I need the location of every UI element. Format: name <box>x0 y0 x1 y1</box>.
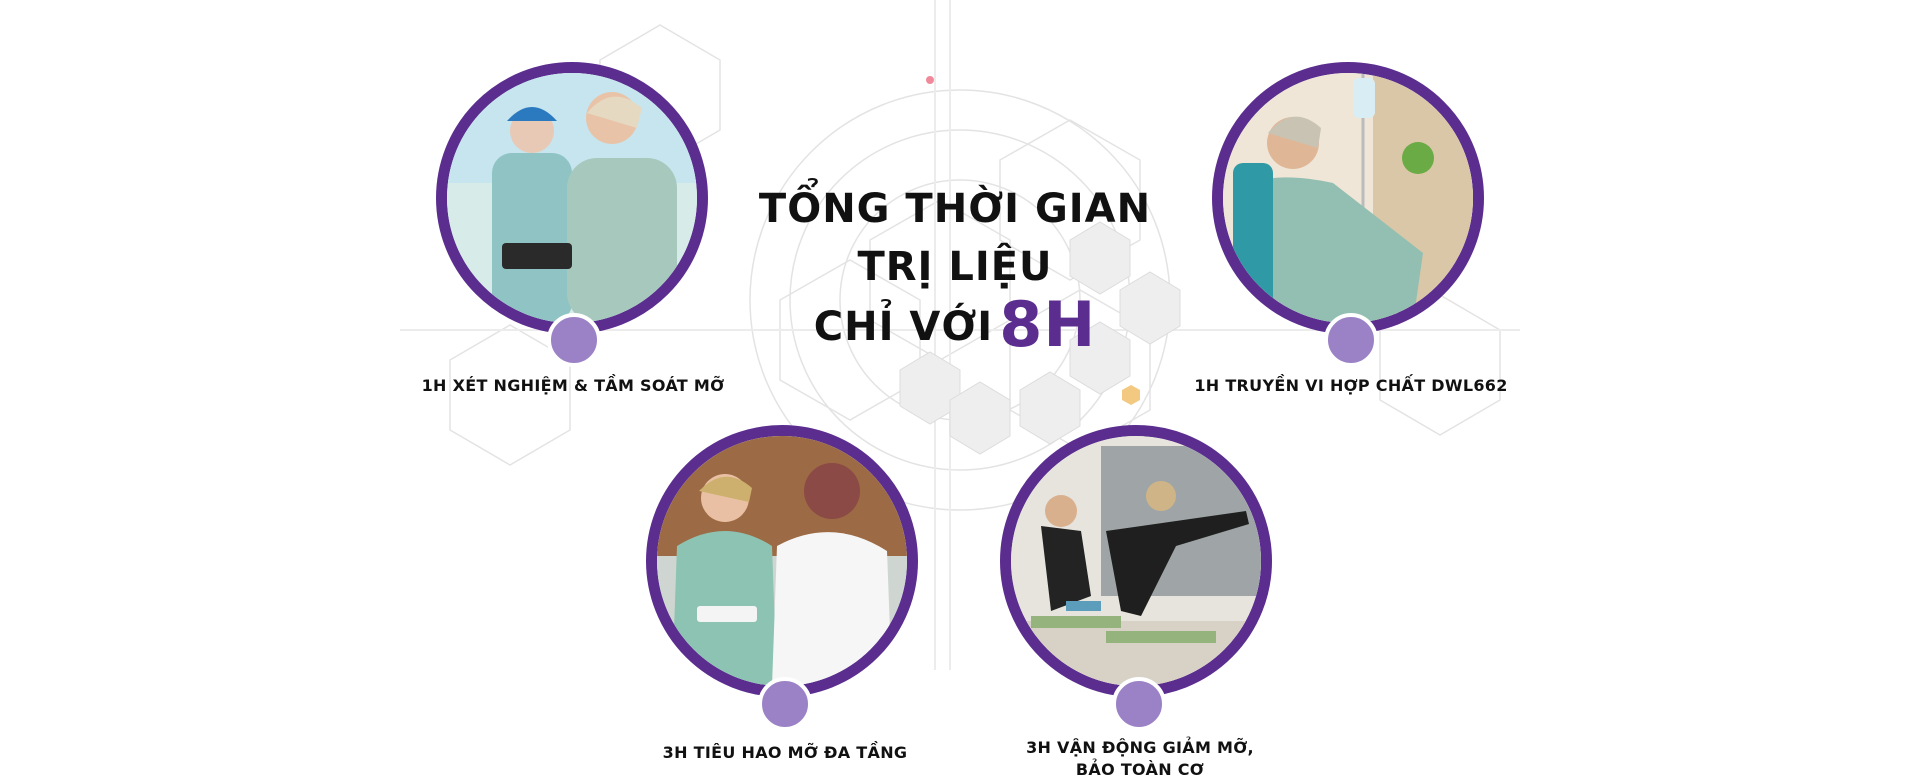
step-label-3: 3H TIÊU HAO MỠ ĐA TẦNG <box>662 743 908 762</box>
consultation-photo <box>657 436 907 686</box>
step-marker-1 <box>547 313 601 367</box>
step-label-4-line-1: 3H VẬN ĐỘNG GIẢM MỠ, <box>1026 738 1254 757</box>
step-label-4-line-2: BẢO TOÀN CƠ <box>1075 760 1205 779</box>
step-marker-3 <box>758 677 812 731</box>
step-marker-2 <box>1324 313 1378 367</box>
step-label-4: 3H VẬN ĐỘNG GIẢM MỠ, BẢO TOÀN CƠ <box>1000 737 1280 781</box>
step-label-1: 1H XÉT NGHIỆM & TẦM SOÁT MỠ <box>421 376 725 395</box>
step-photo-3 <box>646 425 918 697</box>
headline-line-3: CHỈ VỚI <box>813 304 994 350</box>
exercise-photo <box>1011 436 1261 686</box>
testing-photo <box>447 73 697 323</box>
hexagon-tech-background <box>400 0 1520 670</box>
headline-line-2: TRỊ LIỆU <box>857 244 1053 290</box>
step-photo-2 <box>1212 62 1484 334</box>
infusion-photo <box>1223 73 1473 323</box>
step-label-2: 1H TRUYỀN VI HỢP CHẤT DWL662 <box>1194 376 1508 395</box>
headline: TỔNG THỜI GIAN TRỊ LIỆU CHỈ VỚI8H <box>735 180 1175 356</box>
headline-highlight: 8H <box>999 288 1097 361</box>
step-photo-1 <box>436 62 708 334</box>
headline-line-1: TỔNG THỜI GIAN <box>758 186 1152 232</box>
step-photo-4 <box>1000 425 1272 697</box>
step-marker-4 <box>1112 677 1166 731</box>
